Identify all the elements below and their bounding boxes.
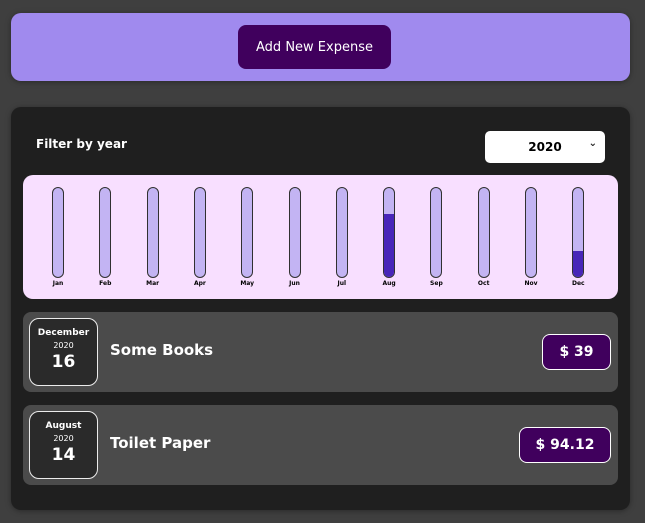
chart-bar-track [525, 187, 537, 278]
expense-date-month: December [37, 328, 90, 338]
add-new-expense-button[interactable]: Add New Expense [238, 25, 391, 69]
chart-bar-apr: Apr [185, 187, 215, 291]
chart-bar-track [241, 187, 254, 278]
expense-item[interactable]: August 2020 14 Toilet Paper $ 94.12 [23, 405, 618, 485]
chart-bar-fill [384, 214, 395, 277]
chart-bar-label: Nov [524, 280, 538, 287]
chart-bar-aug: Aug [374, 187, 404, 291]
chart-bar-track [52, 187, 64, 278]
chart-bar-track [383, 187, 396, 278]
chart-bar-track [335, 187, 348, 278]
chart-bar-may: May [232, 187, 262, 291]
chart-bar-label: Aug [382, 280, 396, 287]
expenses-panel: Filter by year 2020 ⌄ Jan Feb Mar Apr May Jun… [11, 107, 630, 510]
expense-title: Some Books [110, 341, 214, 359]
chart-bar-track [477, 187, 490, 278]
chart-bar-feb: Feb [90, 187, 120, 291]
chart-bar-nov: Nov [516, 187, 546, 291]
chart-bar-label: Jul [337, 280, 347, 287]
expense-title: Toilet Paper [110, 434, 211, 452]
chart-bar-oct: Oct [469, 187, 499, 291]
chart-bar-track [193, 187, 206, 278]
expense-amount: $ 39 [542, 334, 611, 370]
expense-item[interactable]: December 2020 16 Some Books $ 39 [23, 312, 618, 392]
chart-bar-track [146, 187, 159, 278]
expense-date: August 2020 14 [29, 411, 98, 479]
chart-bar-label: May [240, 280, 255, 287]
filter-label: Filter by year [36, 137, 127, 151]
expense-date-day: 14 [51, 445, 76, 465]
chart-bar-mar: Mar [138, 187, 168, 291]
selected-year: 2020 [528, 140, 562, 154]
chart-bar-label: Oct [477, 280, 490, 287]
expense-date: December 2020 16 [29, 318, 98, 386]
chart-bar-label: Dec [571, 280, 585, 287]
chart-bar-fill [573, 250, 584, 277]
expense-date-day: 16 [51, 352, 76, 372]
chart-bar-jan: Jan [43, 187, 73, 291]
chart-bar-track [430, 187, 443, 278]
chart-bar-sep: Sep [421, 187, 451, 291]
chart-bar-jun: Jun [280, 187, 310, 291]
new-expense-panel: Add New Expense [11, 13, 630, 81]
expense-date-year: 2020 [53, 434, 74, 443]
chart-bar-label: Mar [146, 280, 160, 287]
chart-bar-jul: Jul [327, 187, 357, 291]
chart-bar-label: Jun [289, 280, 300, 287]
expense-date-year: 2020 [53, 341, 74, 350]
expense-date-month: August [45, 421, 82, 431]
expenses-chart: Jan Feb Mar Apr May Jun Jul Aug Sep Oct Nov Dec [23, 175, 618, 299]
expense-amount: $ 94.12 [519, 427, 611, 463]
chart-bar-label: Apr [193, 280, 206, 287]
chart-bar-track [288, 187, 301, 278]
chart-bar-track [99, 187, 112, 278]
chart-bar-track [572, 187, 585, 278]
year-filter-select[interactable]: 2020 ⌄ [485, 131, 605, 163]
chart-bar-dec: Dec [563, 187, 593, 291]
chevron-down-icon: ⌄ [588, 138, 597, 149]
chart-bar-label: Sep [430, 280, 443, 287]
chart-bar-label: Feb [99, 280, 112, 287]
chart-bar-label: Jan [52, 280, 64, 287]
